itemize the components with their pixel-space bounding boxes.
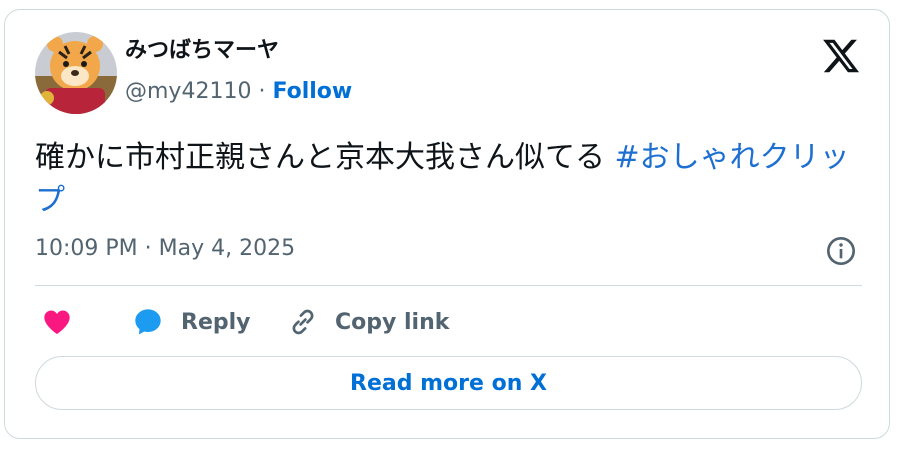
tweet-body: 確かに市村正親さんと京本大我さん似てる — [35, 140, 615, 175]
display-name[interactable]: みつばちマーヤ — [125, 40, 279, 62]
read-more-label: Read more on X — [350, 370, 547, 396]
link-icon — [292, 309, 314, 335]
reply-button[interactable]: Reply — [131, 302, 251, 342]
avatar-image — [35, 32, 117, 114]
action-bar: Reply Copy link — [35, 302, 862, 342]
tweet-text: 確かに市村正親さんと京本大我さん似てる #おしゃれクリップ — [35, 136, 875, 222]
read-more-button[interactable]: Read more on X — [35, 356, 862, 410]
handle-row: @my42110 · Follow — [125, 81, 352, 103]
follow-button[interactable]: Follow — [272, 79, 352, 104]
divider — [35, 285, 862, 286]
like-button[interactable] — [41, 302, 73, 342]
avatar[interactable] — [35, 32, 117, 114]
separator-dot: · — [258, 79, 266, 104]
tweet-timestamp[interactable]: 10:09 PM · May 4, 2025 — [35, 238, 295, 260]
info-icon[interactable] — [825, 235, 857, 267]
x-logo-icon[interactable] — [821, 36, 861, 76]
copy-link-label: Copy link — [335, 309, 450, 335]
heart-icon — [44, 310, 70, 334]
reply-label: Reply — [181, 309, 251, 335]
copy-link-button[interactable]: Copy link — [287, 302, 449, 342]
tweet-card: みつばちマーヤ @my42110 · Follow 確かに市村正親さんと京本大我… — [4, 9, 890, 439]
speech-bubble-icon — [135, 309, 161, 335]
handle[interactable]: @my42110 — [125, 79, 251, 104]
